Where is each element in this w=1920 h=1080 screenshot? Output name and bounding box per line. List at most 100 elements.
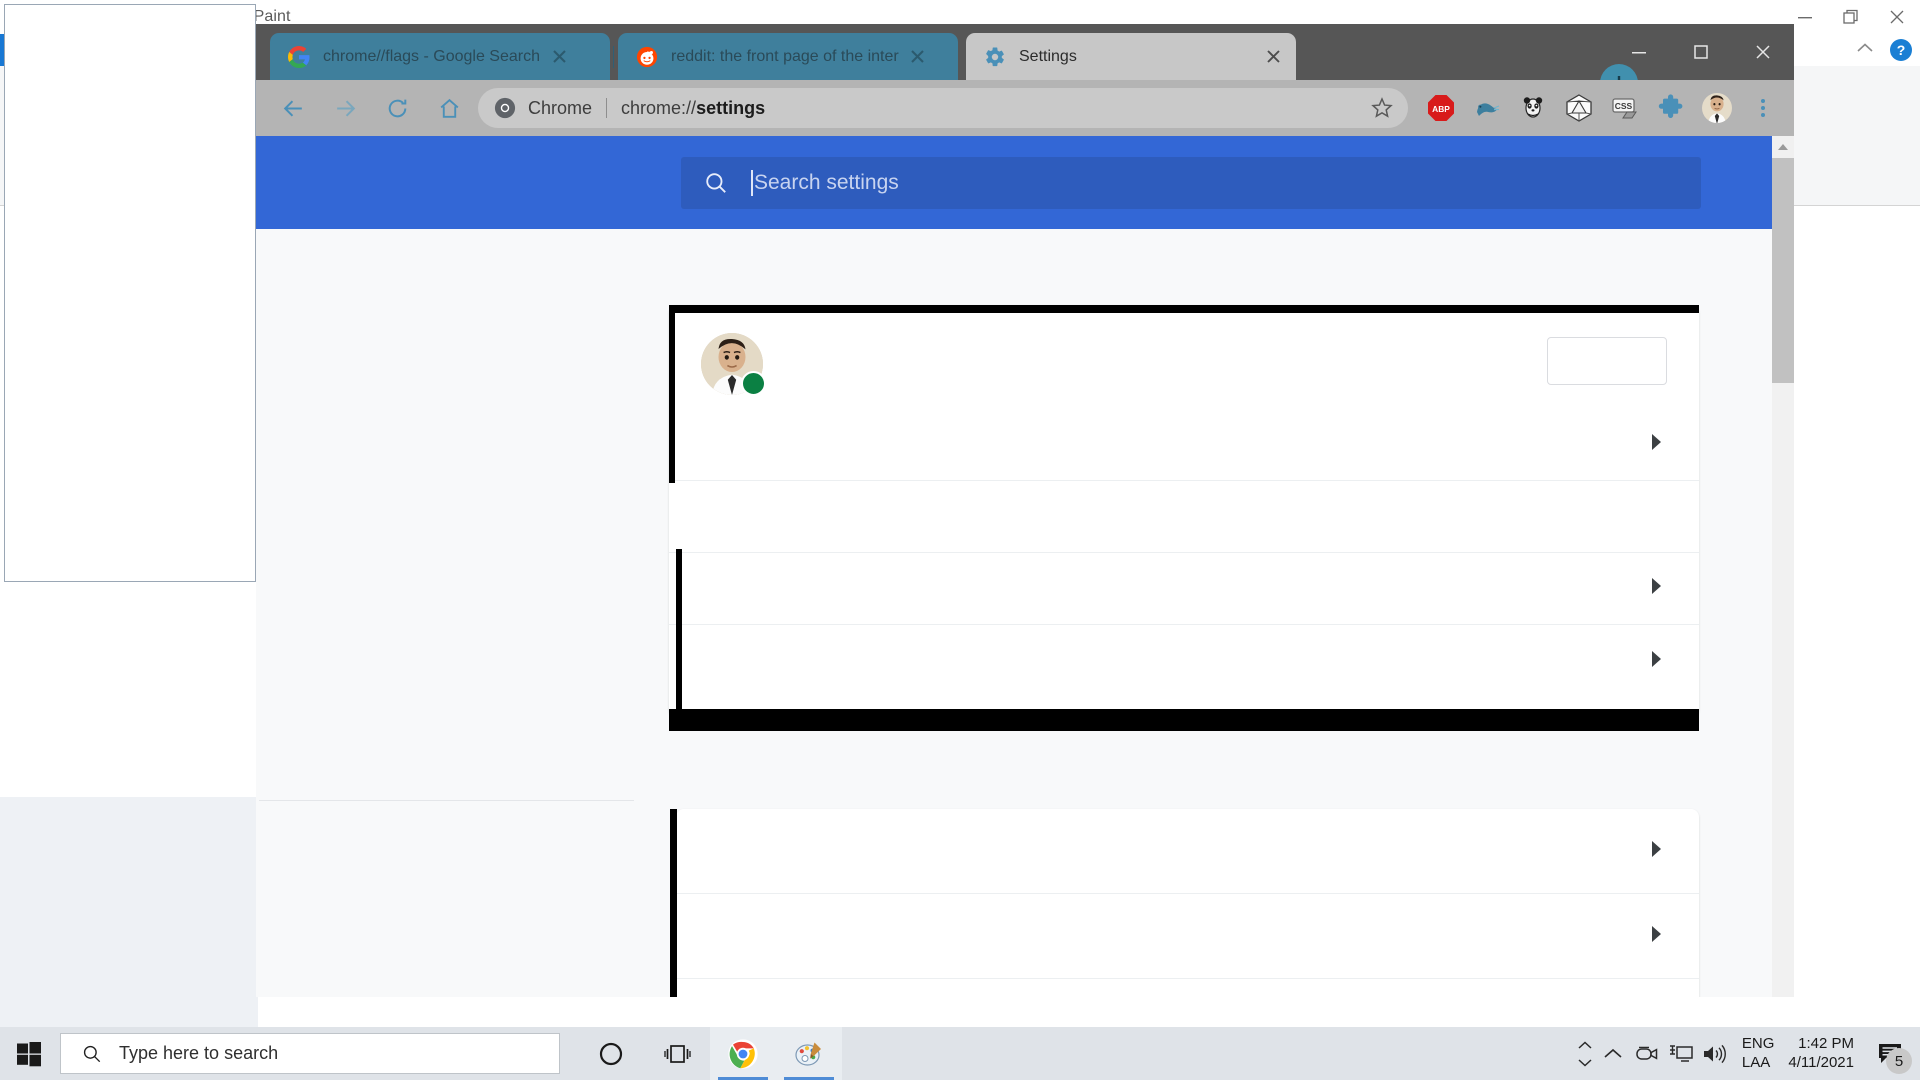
chrome-minimize-button[interactable]	[1608, 24, 1670, 80]
render-artifact-bar	[669, 305, 1699, 313]
avatar	[701, 333, 766, 396]
search-settings-field[interactable]: Search settings	[681, 157, 1701, 209]
search-input[interactable]: Type here to search	[60, 1033, 560, 1074]
tab-title: Settings	[1019, 47, 1077, 65]
table-row[interactable]	[669, 481, 1699, 553]
render-artifact-bar	[676, 549, 682, 729]
paint-close-button[interactable]	[1874, 0, 1920, 34]
back-arrow-icon[interactable]	[272, 87, 314, 129]
up-down-arrows-icon[interactable]	[1574, 1027, 1596, 1080]
settings-body	[256, 229, 1776, 997]
system-tray: ENG LAA 1:42 PM 4/11/2021 5	[1574, 1027, 1920, 1080]
paint-canvas[interactable]	[4, 4, 256, 582]
chrome-toolbar: Chrome chrome://settings ABP CSS	[256, 80, 1794, 136]
reddit-icon	[636, 46, 658, 68]
tab-close-button[interactable]	[905, 44, 931, 70]
omnibox-scheme-label: Chrome	[528, 97, 593, 118]
sync-button[interactable]	[1547, 337, 1667, 385]
paint-restore-button[interactable]	[1828, 0, 1874, 34]
tab-close-button[interactable]	[546, 44, 572, 70]
chrome-taskbar-icon[interactable]	[710, 1027, 776, 1080]
tray-date: 4/11/2021	[1788, 1053, 1854, 1071]
table-row[interactable]	[669, 625, 1699, 697]
tray-time: 1:42 PM	[1798, 1034, 1854, 1052]
paint-help-button[interactable]: ?	[1890, 39, 1912, 61]
table-row[interactable]	[676, 809, 1699, 894]
status-badge	[741, 371, 766, 396]
home-icon[interactable]	[428, 87, 470, 129]
chrome-extensions-row: ABP CSS	[1418, 85, 1794, 131]
cortana-circle-icon[interactable]	[578, 1027, 644, 1080]
profile-avatar-icon[interactable]	[1694, 85, 1740, 131]
language-indicator[interactable]: ENG LAA	[1732, 1035, 1785, 1073]
chevron-right-icon	[1650, 924, 1663, 949]
chrome-maximize-button[interactable]	[1670, 24, 1732, 80]
forward-arrow-icon[interactable]	[324, 87, 366, 129]
chevron-right-icon	[1650, 839, 1663, 864]
tab-title: reddit: the front page of the inter	[671, 47, 899, 65]
tab-chrome-flags-search[interactable]: chrome//flags - Google Search	[270, 33, 610, 80]
render-artifact-bar	[669, 709, 1699, 731]
text-cursor	[751, 170, 753, 196]
omnibox-url: chrome://settings	[621, 98, 765, 119]
chevron-right-icon	[1650, 432, 1663, 457]
paint-ribbon-right-controls: ?	[1854, 34, 1912, 66]
notification-count-badge: 5	[1886, 1048, 1912, 1074]
chrome-window-controls	[1608, 24, 1794, 80]
sidebar-divider	[259, 800, 634, 801]
tab-close-button[interactable]	[1260, 44, 1286, 70]
network-display-icon[interactable]	[1664, 1027, 1698, 1080]
settings-sidebar	[256, 229, 634, 997]
svg-text:CSS: CSS	[1615, 101, 1633, 111]
table-row[interactable]	[669, 409, 1699, 481]
notification-icon[interactable]: 5	[1866, 1027, 1914, 1080]
table-row[interactable]	[669, 553, 1699, 625]
tab-settings[interactable]: Settings	[966, 33, 1296, 80]
camera-icon[interactable]	[1630, 1027, 1664, 1080]
omnibox-divider	[606, 98, 608, 118]
tab-divider	[613, 46, 614, 68]
chrome-window: chrome//flags - Google Search reddit: th…	[256, 24, 1794, 997]
task-view-icon[interactable]	[644, 1027, 710, 1080]
star-icon[interactable]	[1364, 90, 1400, 126]
google-icon	[288, 45, 310, 68]
extensions-puzzle-icon[interactable]	[1648, 85, 1694, 131]
omnibox-url-prefix: chrome://	[621, 97, 697, 118]
chrome-menu-icon[interactable]	[1740, 85, 1786, 131]
panda-extension-icon[interactable]	[1510, 85, 1556, 131]
taskbar: Type here to search ENG LAA 1:42 PM 4/11…	[0, 1027, 1920, 1080]
windows-logo-icon[interactable]	[0, 1027, 58, 1080]
css-extension-icon[interactable]: CSS	[1602, 85, 1648, 131]
frog-extension-icon[interactable]	[1464, 85, 1510, 131]
render-artifact-bar	[670, 809, 677, 997]
search-icon	[81, 1043, 103, 1065]
paint-statusbar-area	[0, 797, 258, 1027]
tab-reddit[interactable]: reddit: the front page of the inter	[618, 33, 958, 80]
omnibox-url-path: settings	[696, 97, 766, 118]
search-placeholder: Type here to search	[119, 1043, 279, 1063]
ribbon-collapse-chevron-icon[interactable]	[1854, 40, 1876, 61]
settings-scrollbar[interactable]	[1772, 136, 1794, 997]
clock[interactable]: 1:42 PM 4/11/2021	[1784, 1035, 1866, 1073]
you-and-google-card	[669, 305, 1699, 717]
polyhedron-extension-icon[interactable]	[1556, 85, 1602, 131]
reload-icon[interactable]	[376, 87, 418, 129]
settings-header: Search settings	[256, 136, 1794, 229]
svg-text:ABP: ABP	[1432, 104, 1450, 114]
adblock-plus-icon[interactable]: ABP	[1418, 85, 1464, 131]
volume-icon[interactable]	[1698, 1027, 1732, 1080]
tab-title: chrome//flags - Google Search	[323, 47, 540, 65]
paint-window-controls	[1782, 0, 1920, 34]
chrome-close-button[interactable]	[1732, 24, 1794, 80]
language-line-2: LAA	[1741, 1053, 1771, 1071]
scrollbar-thumb[interactable]	[1772, 158, 1794, 383]
settings-page: Search settings	[256, 136, 1794, 997]
scrollbar-up-arrow[interactable]	[1772, 136, 1794, 158]
chevron-right-icon	[1650, 576, 1663, 601]
table-row[interactable]	[676, 894, 1699, 979]
show-hidden-icons-chevron-up-icon[interactable]	[1596, 1027, 1630, 1080]
search-icon	[703, 170, 729, 196]
omnibox[interactable]: Chrome chrome://settings	[478, 88, 1408, 128]
paint-taskbar-icon[interactable]	[776, 1027, 842, 1080]
search-settings-placeholder: Search settings	[754, 171, 899, 194]
